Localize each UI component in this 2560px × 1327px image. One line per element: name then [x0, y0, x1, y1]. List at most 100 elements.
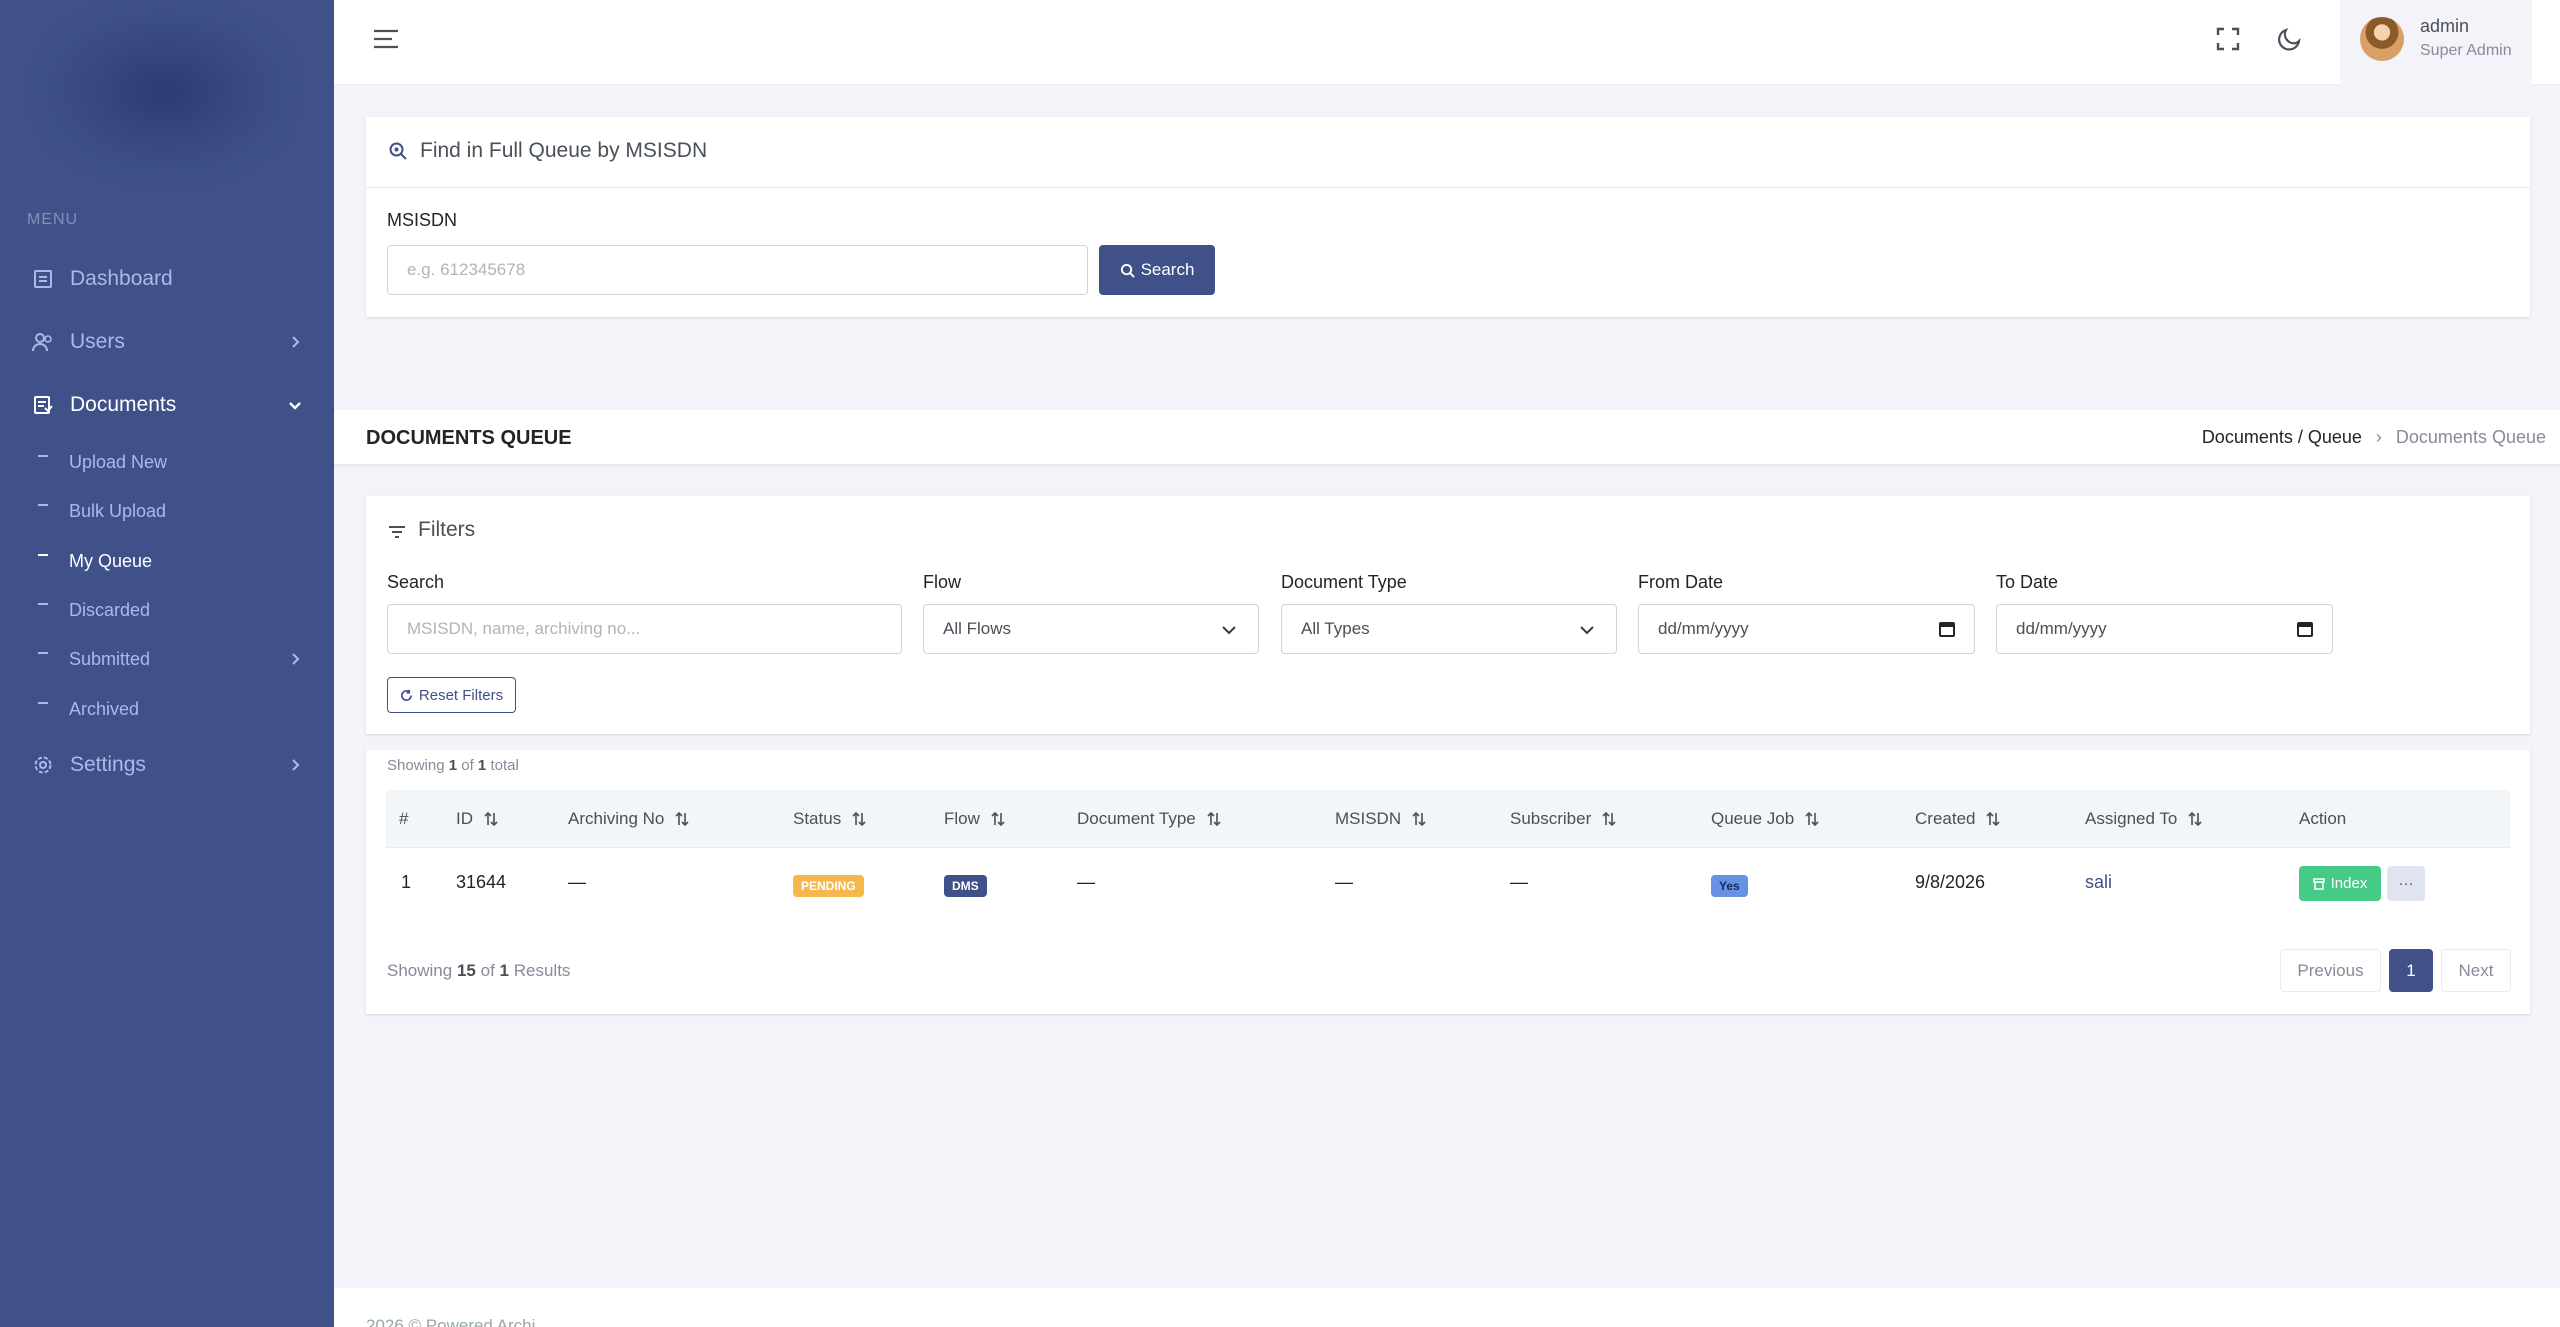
sort-icon — [675, 811, 689, 827]
pagination-summary: Showing 15 of 1 Results — [387, 961, 571, 980]
sidebar-subitem-bulk-upload[interactable]: Bulk Upload — [0, 494, 334, 528]
hamburger-menu-icon[interactable] — [372, 28, 400, 50]
calendar-icon[interactable] — [2296, 620, 2314, 638]
to-date-input[interactable]: dd/mm/yyyy — [1996, 604, 2333, 654]
calendar-icon[interactable] — [1938, 620, 1956, 638]
cell-id: 31644 — [456, 872, 507, 892]
dashboard-icon — [32, 268, 54, 290]
status-badge: PENDING — [793, 875, 864, 897]
sidebar-subitem-submitted[interactable]: Submitted — [0, 642, 334, 676]
column-header-subscriber[interactable]: Subscriber — [1510, 809, 1617, 829]
more-actions-button[interactable]: ··· — [2387, 866, 2425, 901]
column-header-queue-job[interactable]: Queue Job — [1711, 809, 1820, 829]
divider — [366, 187, 2530, 188]
column-header-status[interactable]: Status — [793, 809, 867, 829]
footer-text: 2026 © Powered Archi — [366, 1316, 536, 1327]
document-type-select[interactable]: All Types — [1281, 604, 1617, 654]
sidebar-item-label: Users — [70, 330, 125, 353]
chevron-right-icon — [292, 653, 300, 665]
dash-icon — [38, 603, 48, 605]
cell-document-type: — — [1077, 872, 1095, 892]
search-filter-input[interactable]: MSISDN, name, archiving no... — [387, 604, 902, 654]
cell-msisdn: — — [1335, 872, 1353, 892]
pagination-next[interactable]: Next — [2441, 949, 2511, 992]
sidebar-subitem-label: Archived — [69, 698, 140, 719]
fullscreen-icon[interactable] — [2214, 25, 2242, 53]
page-title: DOCUMENTS QUEUE — [366, 427, 572, 449]
sidebar-subitem-upload-new[interactable]: Upload New — [0, 445, 334, 479]
column-header-action: Action — [2299, 809, 2347, 828]
sidebar-item-label: Dashboard — [70, 267, 173, 290]
flow-select-value: All Flows — [943, 619, 1012, 638]
breadcrumb-parent[interactable]: Documents / Queue — [2202, 427, 2362, 448]
search-button-label: Search — [1140, 260, 1195, 279]
search-filter-label: Search — [387, 572, 445, 592]
document-type-select-value: All Types — [1301, 619, 1370, 638]
flow-badge: DMS — [944, 875, 987, 897]
table-header: # ID Archiving No Status Flow Document T… — [386, 790, 2510, 848]
refresh-icon — [400, 689, 412, 701]
sort-icon — [1207, 811, 1221, 827]
sidebar-subitem-label: Bulk Upload — [69, 500, 167, 521]
sidebar: Menu Dashboard Users Documents Upload Ne… — [0, 0, 334, 1327]
find-card: Find in Full Queue by MSISDN MSISDN e.g.… — [366, 117, 2530, 317]
from-date-placeholder: dd/mm/yyyy — [1658, 619, 1749, 638]
dash-icon — [38, 504, 48, 506]
reset-filters-label: Reset Filters — [418, 686, 504, 704]
column-header-id[interactable]: ID — [456, 809, 499, 829]
sidebar-subitem-label: Upload New — [69, 451, 168, 472]
avatar — [2360, 17, 2404, 61]
from-date-input[interactable]: dd/mm/yyyy — [1638, 604, 1975, 654]
sidebar-subitem-archived[interactable]: Archived — [0, 692, 334, 726]
sort-icon — [1805, 811, 1819, 827]
menu-title: Menu — [27, 211, 79, 228]
sidebar-subitem-my-queue[interactable]: My Queue — [0, 544, 334, 578]
search-zoom-icon — [389, 142, 407, 160]
dash-icon — [38, 455, 48, 457]
dark-mode-moon-icon[interactable] — [2276, 25, 2304, 53]
filter-icon — [389, 526, 405, 538]
sidebar-subitem-label: Submitted — [69, 648, 151, 669]
user-menu[interactable]: admin Super Admin — [2340, 0, 2532, 85]
sort-icon — [852, 811, 866, 827]
chevron-down-icon — [1222, 626, 1236, 635]
from-date-label: From Date — [1638, 572, 1724, 592]
index-button[interactable]: Index — [2299, 866, 2381, 901]
archive-icon — [2312, 877, 2325, 890]
column-header-archiving-no[interactable]: Archiving No — [568, 809, 690, 829]
column-header-assigned-to[interactable]: Assigned To — [2085, 809, 2203, 829]
dash-icon — [38, 652, 48, 654]
user-name: admin — [2420, 16, 2470, 36]
sidebar-item-users[interactable]: Users — [0, 320, 334, 364]
sidebar-subitem-label: My Queue — [69, 550, 153, 571]
column-header-flow[interactable]: Flow — [944, 809, 1006, 829]
flow-select[interactable]: All Flows — [923, 604, 1259, 654]
column-header-created[interactable]: Created — [1915, 809, 2001, 829]
msisdn-input[interactable]: e.g. 612345678 — [387, 245, 1088, 295]
reset-filters-button[interactable]: Reset Filters — [387, 677, 516, 713]
logo[interactable] — [40, 6, 290, 176]
sidebar-item-dashboard[interactable]: Dashboard — [0, 257, 334, 301]
sort-icon — [1602, 811, 1616, 827]
cell-subscriber: — — [1510, 872, 1528, 892]
chevron-right-icon: › — [2375, 427, 2382, 447]
sidebar-item-documents[interactable]: Documents — [0, 383, 334, 427]
sidebar-item-label: Settings — [70, 753, 146, 776]
msisdn-label: MSISDN — [387, 210, 458, 230]
search-button[interactable]: Search — [1099, 245, 1215, 295]
assigned-to-link[interactable]: sali — [2085, 872, 2112, 893]
more-actions-label: ··· — [2398, 875, 2414, 892]
sidebar-item-settings[interactable]: Settings — [0, 743, 334, 787]
pagination-page-1[interactable]: 1 — [2389, 949, 2433, 992]
breadcrumb: Documents / Queue › Documents Queue — [2202, 427, 2546, 448]
sort-icon — [1412, 811, 1426, 827]
column-header-document-type[interactable]: Document Type — [1077, 809, 1222, 829]
pagination-previous[interactable]: Previous — [2280, 949, 2381, 992]
flow-filter-label: Flow — [923, 572, 962, 592]
dash-icon — [38, 702, 48, 704]
column-header-msisdn[interactable]: MSISDN — [1335, 809, 1427, 829]
footer: 2026 © Powered Archi — [334, 1288, 2560, 1327]
msisdn-placeholder: e.g. 612345678 — [407, 260, 526, 279]
sidebar-subitem-discarded[interactable]: Discarded — [0, 593, 334, 627]
documents-icon — [32, 394, 54, 416]
